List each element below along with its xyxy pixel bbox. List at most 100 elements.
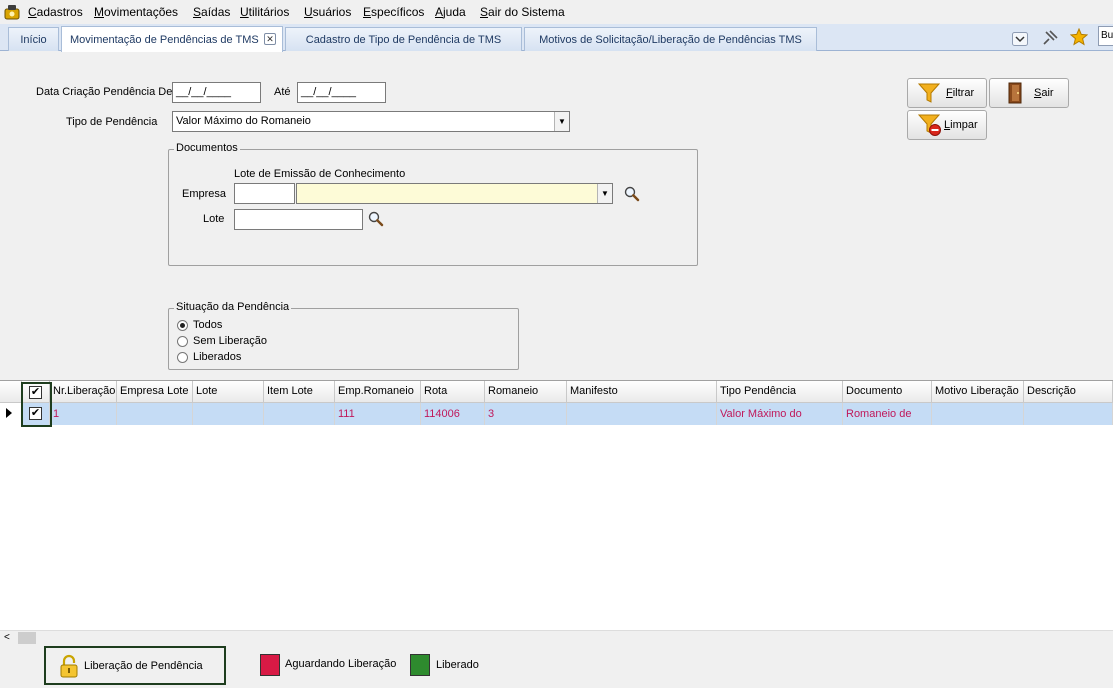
tab-label: Motivos de Solicitação/Liberação de Pend… <box>539 33 802 46</box>
col-documento[interactable]: Documento <box>843 381 932 403</box>
tab-label: Cadastro de Tipo de Pendência de TMS <box>305 33 502 46</box>
company-code-input[interactable] <box>234 183 295 204</box>
menu-especificos[interactable]: Específicos <box>363 5 424 19</box>
cell-romaneio: 3 <box>485 403 567 425</box>
company-select[interactable]: ▼ <box>296 183 613 204</box>
col-motivo-liberacao[interactable]: Motivo Liberação <box>932 381 1024 403</box>
cell-tipo-pendencia: Valor Máximo do <box>717 403 843 425</box>
tab-motivos-solicitacao[interactable]: Motivos de Solicitação/Liberação de Pend… <box>524 27 817 51</box>
company-label: Empresa <box>182 188 227 200</box>
waiting-legend-label: Aguardando Liberação <box>285 658 397 670</box>
menu-saidas[interactable]: Saídas <box>193 5 230 19</box>
date-to-input[interactable]: __/__/____ <box>297 82 386 103</box>
lot-emission-label: Lote de Emissão de Conhecimento <box>234 168 406 180</box>
pin-icon[interactable] <box>1041 29 1059 47</box>
cell-empresa-lote <box>117 403 193 425</box>
radio-indicator[interactable] <box>177 335 188 347</box>
documents-group: Documentos <box>168 142 698 266</box>
tab-bar: Início Movimentação de Pendências de TMS… <box>0 24 1113 52</box>
lot-input[interactable] <box>234 209 363 230</box>
search-input[interactable]: Bu <box>1098 26 1113 46</box>
radio-indicator[interactable] <box>177 319 188 331</box>
tab-cadastro-tipo-pendencia[interactable]: Cadastro de Tipo de Pendência de TMS <box>285 27 522 51</box>
app-icon <box>4 5 20 20</box>
col-lote[interactable]: Lote <box>193 381 264 403</box>
until-label: Até <box>274 86 291 98</box>
col-rota[interactable]: Rota <box>421 381 485 403</box>
menu-sair-do-sistema[interactable]: Sair do Sistema <box>480 5 565 19</box>
chevron-down-icon[interactable]: ▼ <box>554 112 569 131</box>
radio-indicator[interactable] <box>177 351 188 363</box>
menu-cadastros[interactable]: Cadastros <box>28 5 83 19</box>
door-icon <box>1008 82 1022 104</box>
tab-movimentacao-pendencias[interactable]: Movimentação de Pendências de TMS ✕ <box>61 26 283 52</box>
filter-button[interactable]: Filtrar <box>907 78 987 108</box>
horizontal-scrollbar[interactable]: < <box>0 630 1113 645</box>
clear-button[interactable]: Limpar <box>907 110 987 140</box>
clear-button-label: Limpar <box>944 119 978 131</box>
exit-button-label: Sair <box>1034 87 1054 99</box>
footer: Liberação de Pendência Aguardando Libera… <box>0 645 1113 688</box>
menu-usuarios[interactable]: Usuários <box>304 5 351 19</box>
filter-button-label: Filtrar <box>946 87 975 99</box>
tab-label: Início <box>20 33 47 46</box>
exit-button[interactable]: Sair <box>989 78 1069 108</box>
radio-label: Sem Liberação <box>193 335 267 347</box>
menu-movimentacoes[interactable]: Movimentações <box>94 5 178 19</box>
chevron-down-icon[interactable]: ▼ <box>597 184 612 203</box>
released-legend-swatch <box>410 654 430 676</box>
search-icon[interactable] <box>368 211 384 227</box>
radio-label: Todos <box>193 319 223 331</box>
row-indicator-header <box>0 381 22 403</box>
col-descricao[interactable]: Descrição <box>1024 381 1113 403</box>
date-created-label: Data Criação Pendência De <box>36 86 173 98</box>
chevron-left-icon[interactable]: < <box>4 632 10 643</box>
radio-liberados[interactable]: Liberados <box>177 351 241 363</box>
triangle-right-icon <box>6 408 12 418</box>
cell-lote <box>193 403 264 425</box>
lock-icon <box>60 654 78 677</box>
date-from-input[interactable]: __/__/____ <box>172 82 261 103</box>
pending-grid: Nr.Liberação Empresa Lote Lote Item Lote… <box>0 380 1113 645</box>
cell-emp-romaneio: 111 <box>335 403 421 425</box>
cell-rota: 114006 <box>421 403 485 425</box>
cell-item-lote <box>264 403 335 425</box>
chevron-down-icon[interactable] <box>1012 32 1028 46</box>
col-tipo-pendencia[interactable]: Tipo Pendência <box>717 381 843 403</box>
radio-todos[interactable]: Todos <box>177 319 222 331</box>
menu-utilitarios[interactable]: Utilitários <box>240 5 289 19</box>
menu-bar: Cadastros Movimentações Saídas Utilitári… <box>0 0 1113 24</box>
type-select-value: Valor Máximo do Romaneio <box>176 115 311 127</box>
radio-label: Liberados <box>193 351 242 363</box>
release-button-label: Liberação de Pendência <box>84 659 203 672</box>
star-icon[interactable] <box>1070 28 1088 46</box>
menu-ajuda[interactable]: Ajuda <box>435 5 466 19</box>
documents-title: Documentos <box>174 142 240 154</box>
row-indicator <box>0 403 22 425</box>
col-item-lote[interactable]: Item Lote <box>264 381 335 403</box>
released-legend-label: Liberado <box>436 659 479 671</box>
waiting-legend-swatch <box>260 654 280 676</box>
col-manifesto[interactable]: Manifesto <box>567 381 717 403</box>
radio-sem-liberacao[interactable]: Sem Liberação <box>177 335 267 347</box>
type-select[interactable]: Valor Máximo do Romaneio ▼ <box>172 111 570 132</box>
close-icon[interactable]: ✕ <box>264 33 276 45</box>
situation-title: Situação da Pendência <box>174 301 292 313</box>
type-label: Tipo de Pendência <box>66 116 158 128</box>
col-empresa-lote[interactable]: Empresa Lote <box>117 381 193 403</box>
cell-documento: Romaneio de <box>843 403 932 425</box>
scrollbar-thumb[interactable] <box>18 632 36 644</box>
tab-label: Movimentação de Pendências de TMS <box>70 33 259 46</box>
cell-motivo-liberacao <box>932 403 1024 425</box>
col-romaneio[interactable]: Romaneio <box>485 381 567 403</box>
col-nr-liberacao[interactable]: Nr.Liberação <box>50 381 117 403</box>
lot-label: Lote <box>203 213 225 225</box>
release-button[interactable]: Liberação de Pendência <box>44 646 226 685</box>
col-emp-romaneio[interactable]: Emp.Romaneio <box>335 381 421 403</box>
checkbox-column-highlight <box>21 382 52 427</box>
clear-filter-icon <box>918 114 941 136</box>
filter-icon <box>918 83 940 103</box>
cell-descricao <box>1024 403 1113 425</box>
search-icon[interactable] <box>624 186 640 202</box>
tab-inicio[interactable]: Início <box>8 27 59 51</box>
